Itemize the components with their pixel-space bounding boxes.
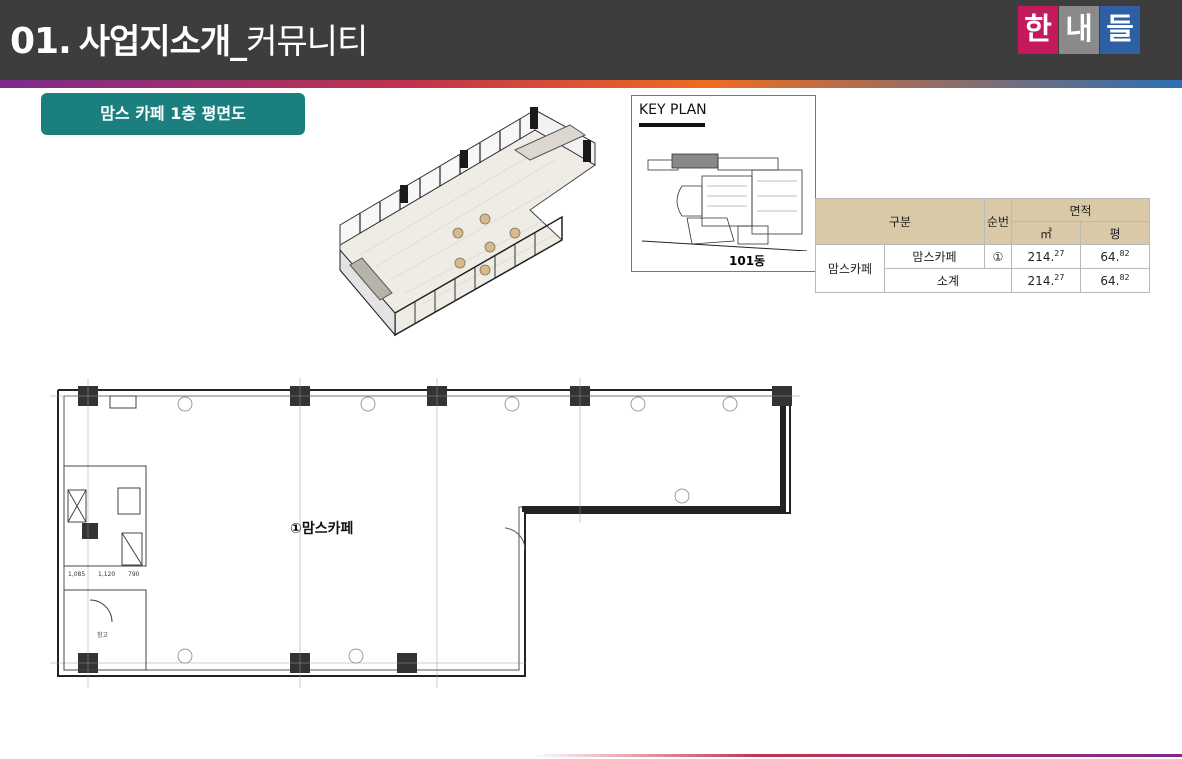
key-plan-title: KEY PLAN <box>639 102 707 118</box>
td-row2-pyeong: 64.82 <box>1080 268 1150 293</box>
td-row2-sqm: 214.27 <box>1011 268 1081 293</box>
th-pyeong: 평 <box>1080 221 1150 245</box>
td-row1-order: ① <box>984 244 1012 269</box>
footer-gradient-line <box>530 754 1182 757</box>
cafe-3d-render <box>339 107 596 337</box>
section-number: 01. <box>10 21 72 62</box>
logo-char-3: 들 <box>1100 6 1140 54</box>
dim-2: 1,120 <box>98 571 115 578</box>
td-row1-pyeong: 64.82 <box>1080 244 1150 269</box>
td-row1-sqm: 214.27 <box>1011 244 1081 269</box>
td-row2-name: 소계 <box>884 268 1012 293</box>
dim-1: 1,085 <box>68 571 85 578</box>
td-row1-name: 맘스카페 <box>884 244 985 269</box>
logo-char-2: 내 <box>1059 6 1099 54</box>
title-bold: 사업지소개_ <box>78 22 247 62</box>
th-category: 구분 <box>815 198 985 245</box>
header-bar: 01. 사업지소개_커뮤니티 한 내 들 <box>0 0 1182 80</box>
title-regular: 커뮤니티 <box>246 22 368 62</box>
section-tag: 맘스 카페 1층 평면도 <box>41 93 305 135</box>
th-area: 면적 <box>1011 198 1150 222</box>
th-order: 순번 <box>984 198 1012 245</box>
th-sqm: ㎡ <box>1011 221 1081 245</box>
storage-label: 창고 <box>97 631 109 639</box>
room-label: ①맘스카페 <box>290 521 354 537</box>
floor-plan: 1,085 1,120 790 창고 <box>50 378 800 688</box>
area-table: 구분 순번 면적 ㎡ 평 맘스카페 맘스카페 ① 214.27 64.82 소계… <box>815 198 1150 293</box>
key-plan-underline <box>639 123 705 127</box>
key-plan: KEY PLAN 101동 <box>631 95 816 272</box>
td-group: 맘스카페 <box>815 244 885 293</box>
logo-char-1: 한 <box>1018 6 1058 54</box>
key-plan-drawing <box>642 153 807 251</box>
header-gradient-bar <box>0 80 1182 88</box>
key-plan-building: 101동 <box>729 254 766 268</box>
page-title: 01. 사업지소개_커뮤니티 <box>10 14 368 63</box>
dim-3: 790 <box>128 571 140 578</box>
